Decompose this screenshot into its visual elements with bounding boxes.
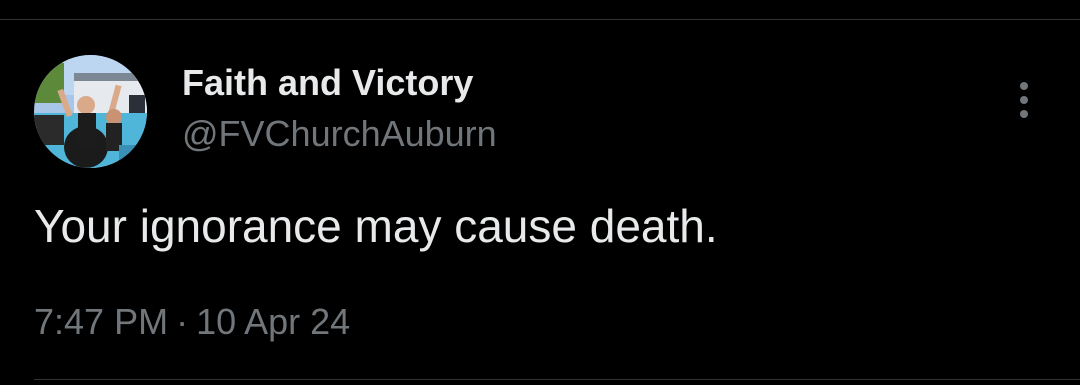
tweet-date: 10 Apr 24: [196, 301, 351, 342]
bottom-divider: [34, 379, 1080, 380]
tweet-timestamp[interactable]: 7:47 PM · 10 Apr 24: [34, 301, 350, 343]
timestamp-separator: ·: [176, 301, 189, 342]
top-divider: [0, 19, 1080, 20]
avatar-photo-icon: [34, 55, 147, 168]
more-options-button[interactable]: [1004, 76, 1044, 124]
tweet-text: Your ignorance may cause death.: [34, 200, 718, 252]
author-display-name[interactable]: Faith and Victory: [182, 62, 473, 104]
more-vertical-icon: [1020, 82, 1028, 118]
author-handle[interactable]: @FVChurchAuburn: [182, 113, 497, 155]
author-avatar[interactable]: [34, 55, 147, 168]
tweet-time: 7:47 PM: [34, 301, 169, 342]
